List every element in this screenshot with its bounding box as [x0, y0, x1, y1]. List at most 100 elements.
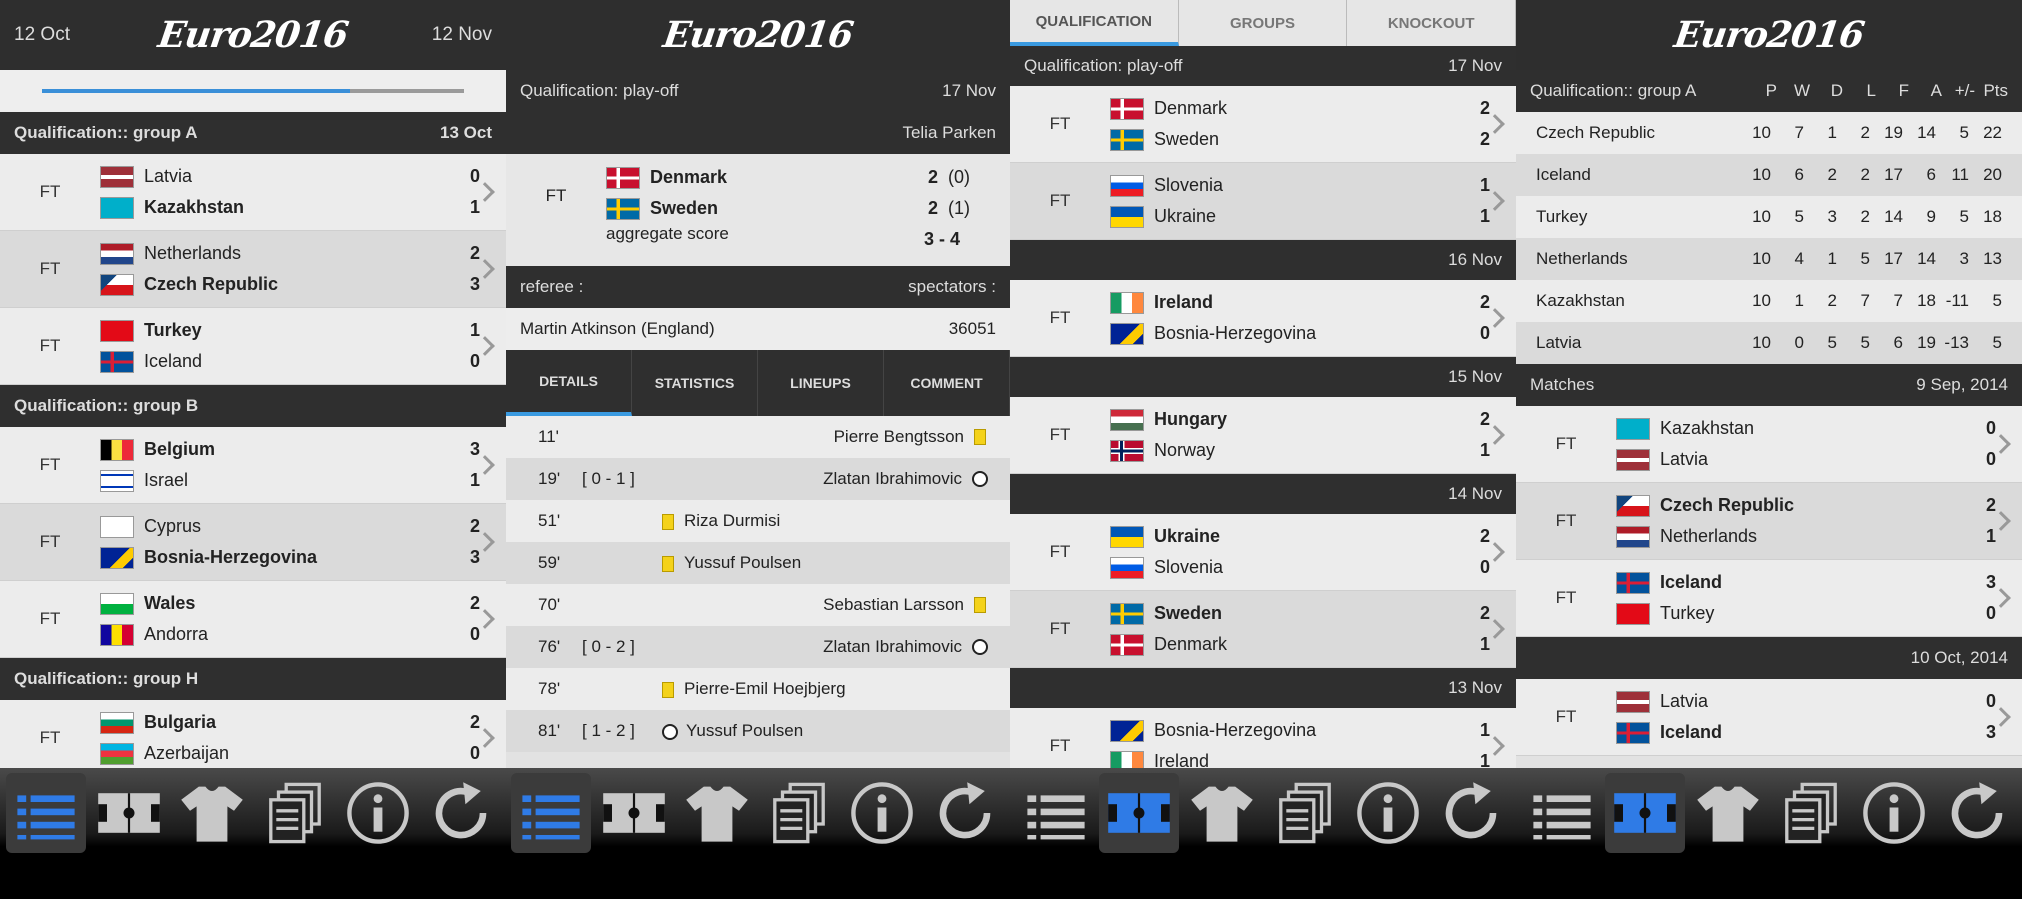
match-row[interactable]: FT Bosnia-Herzegovina Ireland 1 1: [1010, 708, 1516, 768]
shirt-nav-button[interactable]: [1688, 773, 1768, 853]
app-logo: Euro2016: [155, 14, 351, 56]
stat-cell: 5: [1959, 123, 1969, 142]
list-icon: [13, 780, 79, 846]
date-separator: 10 Oct, 2014: [1516, 637, 2022, 679]
standings-row[interactable]: Turkey 10 5 3 2 14 9 5 18: [1516, 196, 2022, 238]
stat-cell: 10: [1752, 165, 1771, 184]
azerbaijan-flag-icon: [100, 742, 134, 765]
standings-row[interactable]: Netherlands 10 4 1 5 17 14 3 13: [1516, 238, 2022, 280]
list-nav-button[interactable]: [1522, 773, 1602, 853]
away-team: Andorra: [100, 623, 440, 646]
documents-nav-button[interactable]: [1265, 773, 1345, 853]
tab-knockout[interactable]: KNOCKOUT: [1347, 0, 1516, 46]
shirt-nav-button[interactable]: [172, 773, 252, 853]
tab-comment[interactable]: COMMENT: [884, 350, 1010, 416]
match-row[interactable]: FT Kazakhstan Latvia 0 0: [1516, 406, 2022, 483]
app-logo: Euro2016: [1671, 14, 1867, 56]
match-status: FT: [1049, 736, 1071, 755]
tab-qualification[interactable]: QUALIFICATION: [1010, 0, 1179, 46]
shirt-nav-button[interactable]: [677, 773, 757, 853]
tab-lineups[interactable]: LINEUPS: [758, 350, 884, 416]
refresh-nav-button[interactable]: [1431, 773, 1511, 853]
match-row[interactable]: FT Iceland Turkey 3 0: [1516, 560, 2022, 637]
away-team: Netherlands: [1616, 525, 1956, 548]
prev-date-button[interactable]: 12 Oct: [14, 24, 70, 46]
documents-nav-button[interactable]: [759, 773, 839, 853]
away-team: Czech Republic: [100, 273, 440, 296]
netherlands-flag-icon: [1616, 525, 1650, 548]
match-row[interactable]: FT Slovenia Ukraine 1 1: [1010, 163, 1516, 240]
match-status: FT: [1555, 434, 1577, 453]
match-row[interactable]: FT Latvia Kazakhstan 0 1: [0, 154, 506, 231]
iceland-flag-icon: [1616, 721, 1650, 744]
pitch-nav-button[interactable]: [89, 773, 169, 853]
list-nav-button[interactable]: [1016, 773, 1096, 853]
aggregate-value: 3 - 4: [923, 229, 960, 249]
info-nav-button[interactable]: [338, 773, 418, 853]
tab-groups[interactable]: GROUPS: [1178, 0, 1348, 46]
date-slider[interactable]: [0, 70, 506, 112]
match-row[interactable]: FT Wales Andorra 2 0: [0, 581, 506, 658]
match-row[interactable]: FT Sweden Denmark 2 1: [1010, 591, 1516, 668]
standings-row[interactable]: Czech Republic 10 7 1 2 19 14 5 22: [1516, 112, 2022, 154]
home-score: 3: [1985, 572, 1996, 592]
column-header: P: [1765, 81, 1777, 100]
bulgaria-flag-icon: [100, 711, 134, 734]
panel-qualification: QUALIFICATION GROUPS KNOCKOUT Qualificatio…: [1010, 0, 1516, 899]
event-minute: 70': [538, 595, 561, 614]
info-nav-button[interactable]: [1854, 773, 1934, 853]
documents-nav-button[interactable]: [1771, 773, 1851, 853]
list-nav-button[interactable]: [5, 773, 86, 853]
match-row[interactable]: FT Ukraine Slovenia 2 0: [1010, 514, 1516, 591]
sweden-flag-icon: [606, 197, 640, 220]
stat-cell: -13: [1944, 333, 1969, 352]
home-team: Latvia: [1616, 690, 1956, 713]
match-row[interactable]: FT Bulgaria Azerbaijan 2 0: [0, 700, 506, 768]
standings-row[interactable]: Kazakhstan 10 1 2 7 7 18 -11 5: [1516, 280, 2022, 322]
shirt-nav-button[interactable]: [1182, 773, 1262, 853]
pitch-nav-button[interactable]: [1098, 773, 1179, 853]
tab-details[interactable]: DETAILS: [506, 350, 632, 416]
match-status: FT: [1049, 619, 1071, 638]
info-nav-button[interactable]: [842, 773, 922, 853]
home-score: 2: [1479, 526, 1490, 546]
standings-row[interactable]: Latvia 10 0 5 5 6 19 -13 5: [1516, 322, 2022, 364]
home-team: Turkey: [100, 319, 440, 342]
match-row[interactable]: FT Hungary Norway 2 1: [1010, 397, 1516, 474]
away-team: Slovenia: [1110, 556, 1450, 579]
standings-row[interactable]: Iceland 10 6 2 2 17 6 11 20: [1516, 154, 2022, 196]
match-row[interactable]: FT Ireland Bosnia-Herzegovina 2 0: [1010, 280, 1516, 357]
match-row[interactable]: FT Latvia Iceland 0 3: [1516, 679, 2022, 756]
match-row[interactable]: FT Czech Republic Netherlands 2 1: [1516, 483, 2022, 560]
match-event: 78' Pierre-Emil Hoejbjerg: [506, 668, 1010, 710]
match-row[interactable]: FT Turkey Iceland 1 0: [0, 308, 506, 385]
pitch-nav-button[interactable]: [594, 773, 674, 853]
pitch-nav-button[interactable]: [1604, 773, 1685, 853]
match-row[interactable]: FT Denmark Sweden 2 2: [1010, 86, 1516, 163]
event-minute: 76': [538, 637, 561, 656]
home-team: Czech Republic: [1616, 494, 1956, 517]
spectators-label: spectators :: [908, 277, 996, 296]
latvia-flag-icon: [100, 165, 134, 188]
match-row[interactable]: FT Belgium Israel 3 1: [0, 427, 506, 504]
team-name: Iceland: [1536, 165, 1591, 184]
tab-statistics[interactable]: STATISTICS: [632, 350, 758, 416]
refresh-nav-button[interactable]: [421, 773, 501, 853]
refresh-nav-button[interactable]: [1937, 773, 2017, 853]
andorra-flag-icon: [100, 623, 134, 646]
venue-bar: Telia Parken: [506, 112, 1010, 154]
match-row[interactable]: FT Netherlands Czech Republic 2 3: [0, 231, 506, 308]
refresh-nav-button[interactable]: [925, 773, 1005, 853]
documents-nav-button[interactable]: [255, 773, 335, 853]
refresh-icon: [1438, 780, 1504, 846]
yellow-card-icon: [662, 555, 674, 572]
list-nav-button[interactable]: [511, 773, 592, 853]
stat-cell: 14: [1884, 207, 1903, 226]
info-nav-button[interactable]: [1348, 773, 1428, 853]
away-score: 0: [1985, 603, 1996, 623]
stat-cell: 2: [1860, 165, 1870, 184]
away-team: Sweden: [1110, 128, 1450, 151]
next-date-button[interactable]: 12 Nov: [432, 24, 492, 46]
match-row[interactable]: FT Cyprus Bosnia-Herzegovina 2 3: [0, 504, 506, 581]
bosnia-flag-icon: [1110, 719, 1144, 742]
